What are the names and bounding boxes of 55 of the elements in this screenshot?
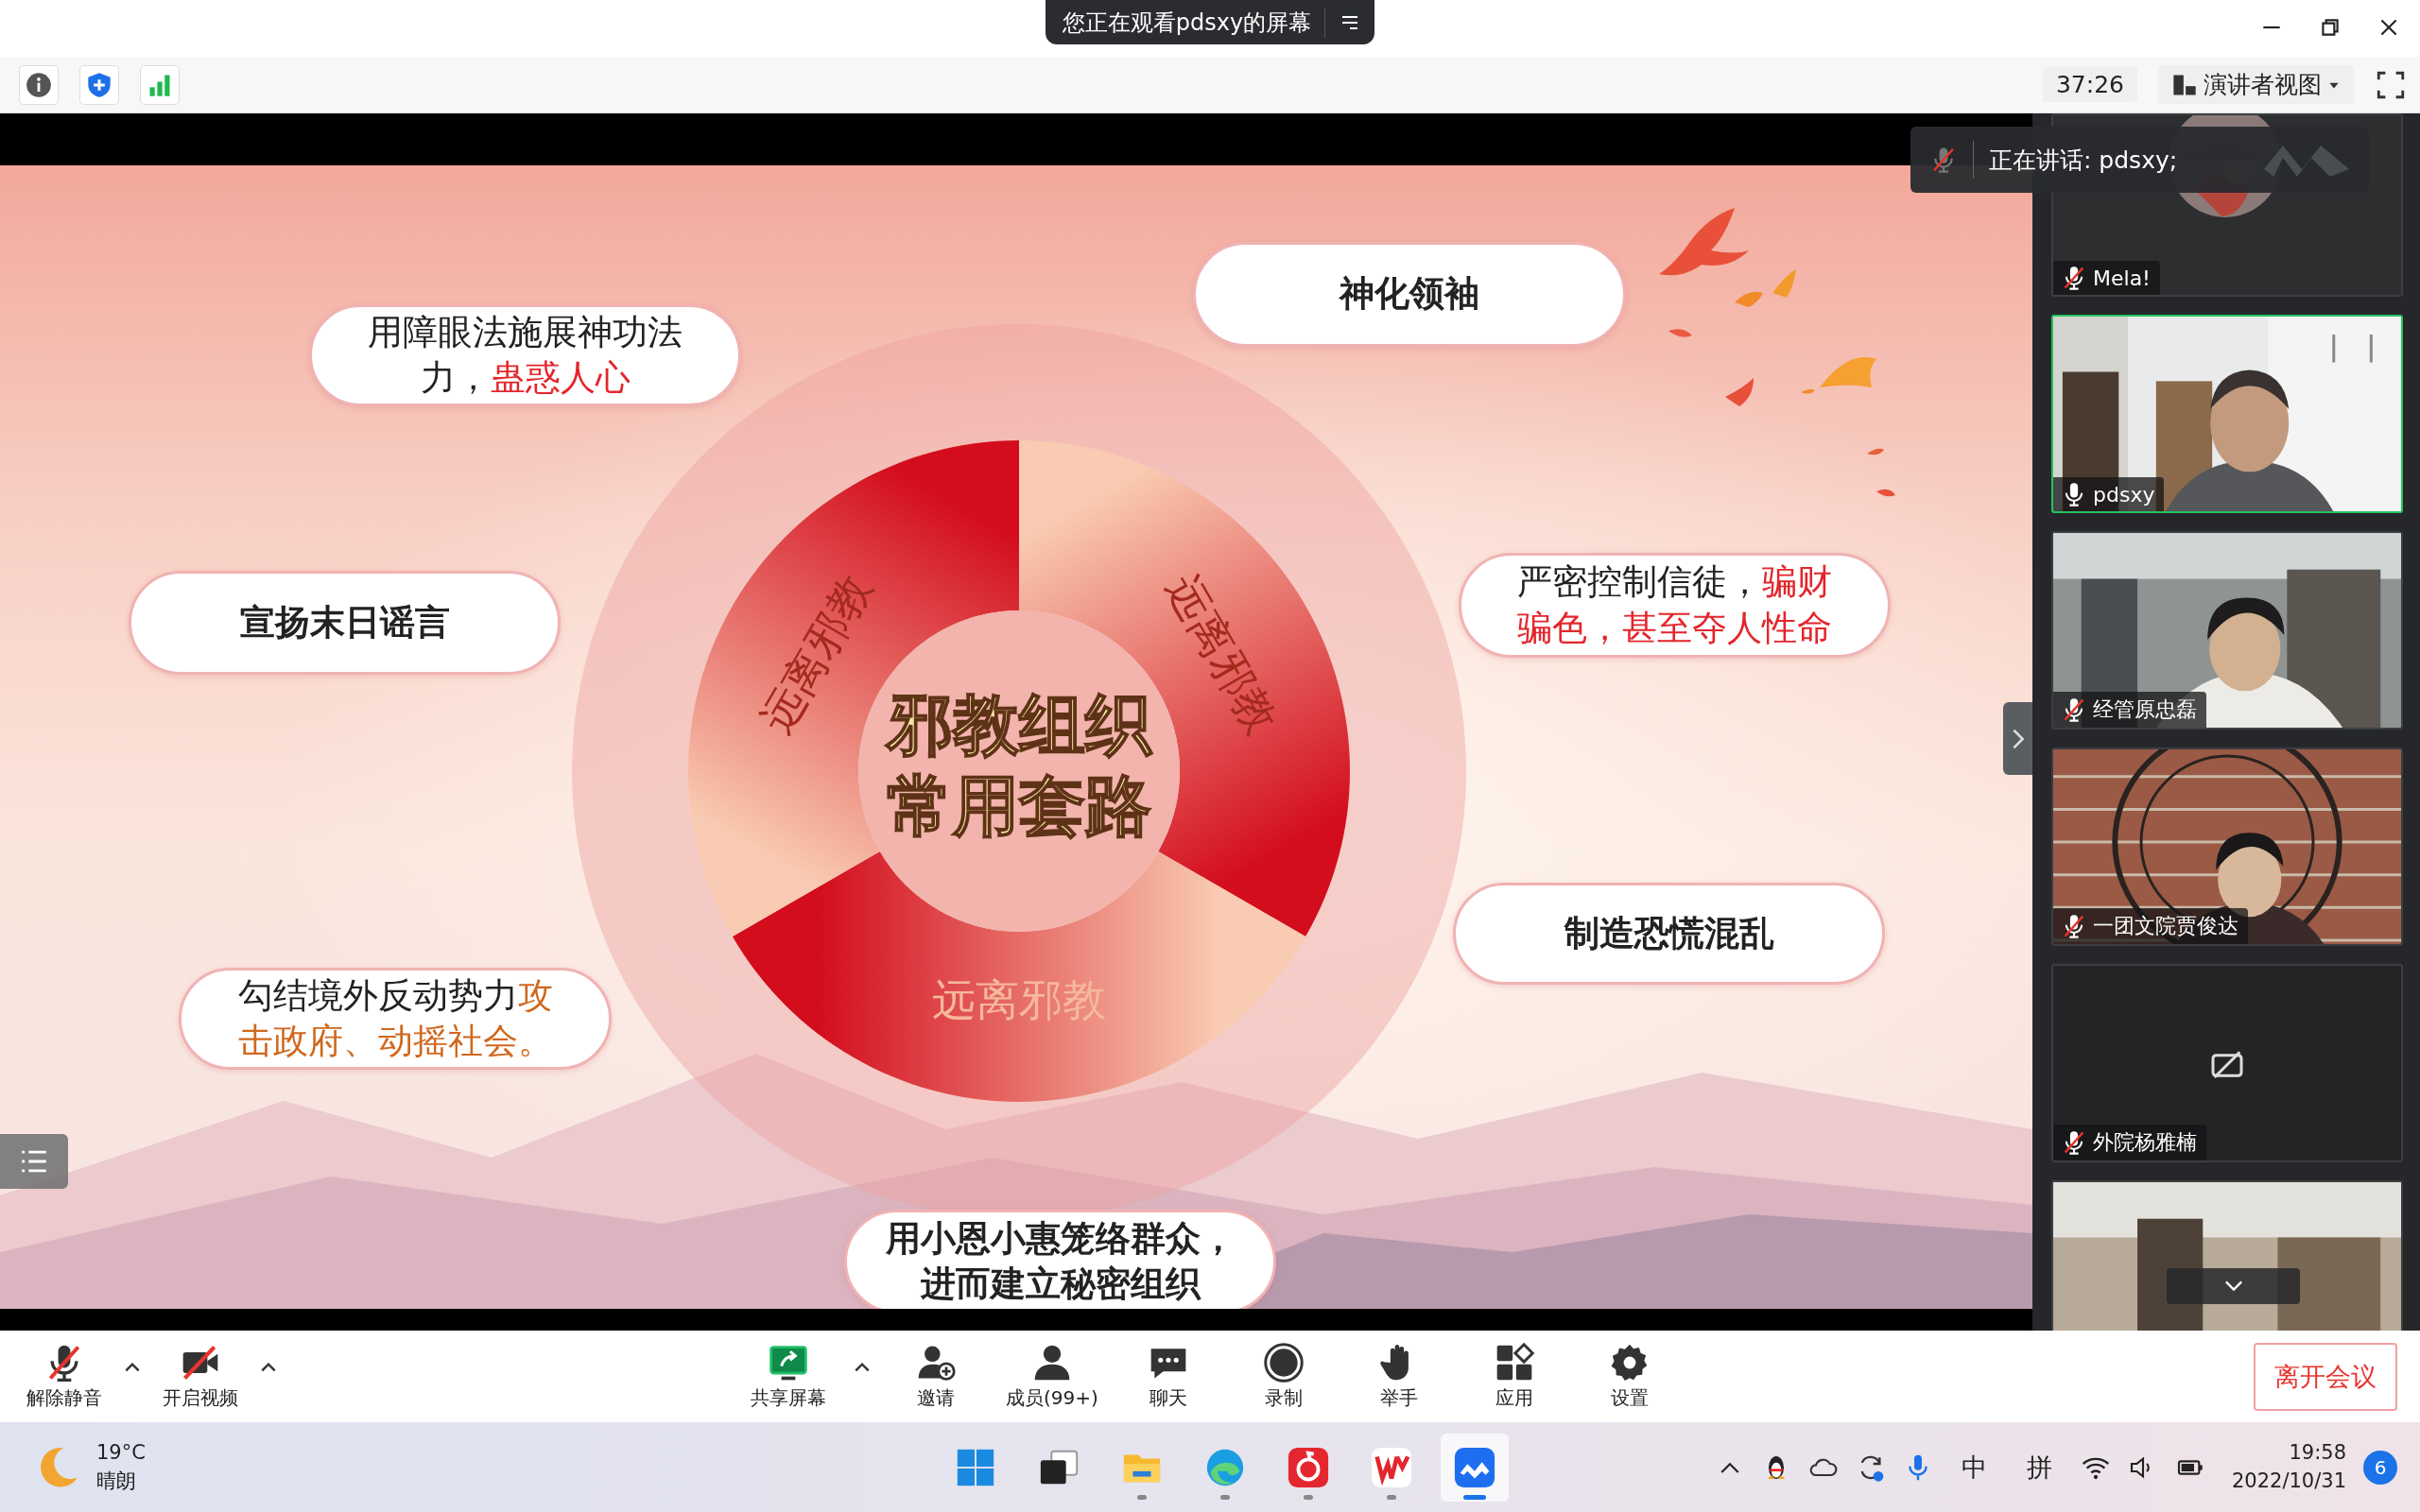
settings-button[interactable]: 设置 bbox=[1578, 1340, 1681, 1413]
share-screen-button[interactable]: 共享屏幕 bbox=[737, 1340, 839, 1413]
notification-badge[interactable]: 6 bbox=[2363, 1450, 2397, 1485]
video-tile[interactable]: 外院杨雅楠 bbox=[2051, 964, 2403, 1162]
members-button[interactable]: 成员(99+) bbox=[1000, 1340, 1104, 1413]
participant-name: 外院杨雅楠 bbox=[2093, 1129, 2197, 1156]
callout: 勾结境外反动势力攻击政府、动摇社会。 bbox=[179, 968, 612, 1070]
video-tile[interactable]: 经管原忠磊 bbox=[2051, 531, 2403, 730]
callout: 用障眼法施展神功法力，蛊惑人心 bbox=[309, 304, 741, 406]
weather-condition: 晴朗 bbox=[96, 1468, 137, 1494]
chat-button[interactable]: 聊天 bbox=[1116, 1340, 1219, 1413]
callout: 用小恩小惠笼络群众，进而建立秘密组织 bbox=[844, 1210, 1276, 1309]
meeting-app-button[interactable] bbox=[1441, 1433, 1509, 1502]
record-button[interactable]: 录制 bbox=[1232, 1340, 1335, 1413]
outline-button[interactable] bbox=[0, 1134, 68, 1189]
video-tile[interactable]: 一团文院贾俊达 bbox=[2051, 747, 2403, 946]
segment-label: 远离邪教 bbox=[750, 565, 882, 742]
callout: 制造恐慌混乱 bbox=[1453, 883, 1885, 985]
invite-button[interactable]: 邀请 bbox=[885, 1340, 987, 1413]
temperature: 19°C bbox=[96, 1440, 146, 1467]
diagram-title: 邪教组织 bbox=[887, 685, 1151, 764]
clock-time: 19:58 bbox=[2289, 1440, 2346, 1467]
input-method-indicator[interactable]: 中 bbox=[1949, 1450, 1998, 1485]
raise-hand-button[interactable]: 举手 bbox=[1347, 1340, 1450, 1413]
video-button[interactable]: 开启视频 bbox=[149, 1340, 251, 1413]
shield-icon bbox=[86, 71, 112, 98]
participant-name: 经管原忠磊 bbox=[2093, 696, 2197, 723]
record-icon bbox=[1262, 1342, 1305, 1383]
office-app-icon bbox=[1370, 1445, 1413, 1489]
signal-button[interactable] bbox=[140, 64, 180, 105]
participant-name: 一团文院贾俊达 bbox=[2093, 913, 2238, 939]
music-app-icon bbox=[1287, 1445, 1330, 1489]
info-button[interactable] bbox=[19, 64, 59, 105]
clock[interactable]: 19:58 2022/10/31 bbox=[2231, 1439, 2346, 1495]
unmute-button[interactable]: 解除静音 bbox=[13, 1340, 115, 1413]
meeting-app-icon bbox=[1453, 1445, 1496, 1489]
view-mode-button[interactable]: 演讲者视图 bbox=[2158, 65, 2354, 104]
participant-name: pdsxy bbox=[2093, 482, 2155, 507]
leave-meeting-button[interactable]: 离开会议 bbox=[2254, 1342, 2397, 1411]
meeting-timer: 37:26 bbox=[2042, 67, 2137, 102]
info-icon bbox=[26, 71, 52, 98]
chevron-right-icon bbox=[2012, 728, 2024, 749]
collapse-handle[interactable] bbox=[2003, 702, 2032, 775]
security-button[interactable] bbox=[79, 64, 119, 105]
diagram-title: 常用套路 bbox=[887, 766, 1151, 845]
callout: 宣扬末日谣言 bbox=[129, 571, 561, 675]
participant-name: Mela! bbox=[2093, 266, 2151, 290]
banner-text: 您正在观看pdsxy的屏幕 bbox=[1062, 7, 1326, 38]
callout: 神化领袖 bbox=[1193, 242, 1626, 347]
clock-date: 2022/10/31 bbox=[2231, 1468, 2346, 1494]
segment-label: 远离邪教 bbox=[1156, 565, 1288, 742]
video-tile[interactable]: pdsxy bbox=[2051, 315, 2403, 513]
input-method-indicator[interactable]: 拼 bbox=[2014, 1450, 2064, 1485]
callout: 严密控制信徒，骗财骗色，甚至夺人性命 bbox=[1459, 553, 1891, 658]
apps-button[interactable]: 应用 bbox=[1462, 1340, 1565, 1413]
